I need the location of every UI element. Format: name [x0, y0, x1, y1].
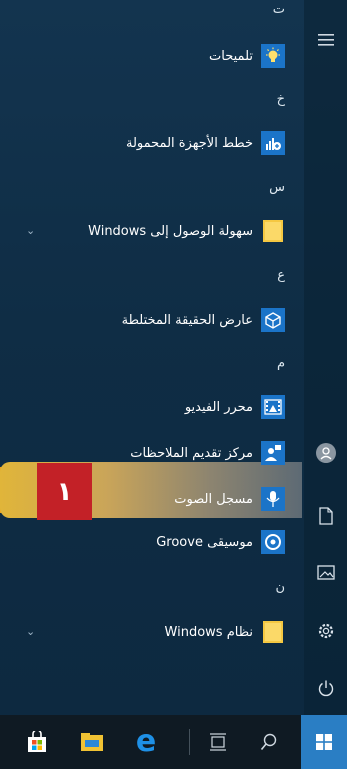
section-letter[interactable]: س	[269, 180, 285, 195]
file-explorer-icon[interactable]	[78, 715, 106, 769]
app-label: خطط الأجهزة المحمولة	[126, 135, 253, 151]
power-icon[interactable]	[304, 668, 347, 708]
start-rail	[304, 0, 347, 715]
chevron-down-icon: ⌄	[26, 224, 36, 237]
app-mixed-reality-viewer[interactable]: عارض الحقيقة المختلطة	[3, 303, 285, 337]
pictures-icon[interactable]	[304, 552, 347, 592]
start-icon[interactable]	[301, 715, 347, 769]
mobile-plans-icon	[261, 131, 285, 155]
store-icon[interactable]	[24, 715, 50, 769]
app-label: مسجل الصوت	[174, 491, 253, 507]
app-label: مركز تقديم الملاحظات	[130, 445, 253, 461]
chevron-down-icon: ⌄	[26, 625, 36, 638]
app-groove-music[interactable]: موسيقى Groove	[3, 525, 285, 559]
settings-icon[interactable]	[304, 611, 347, 651]
app-feedback-hub[interactable]: مركز تقديم الملاحظات	[3, 436, 285, 470]
app-mobile-plans[interactable]: خطط الأجهزة المحمولة	[3, 126, 285, 160]
app-label: موسيقى Groove	[156, 534, 253, 550]
voice-recorder-icon	[261, 487, 285, 511]
cube-icon	[261, 308, 285, 332]
task-view-icon[interactable]	[205, 715, 231, 769]
app-label: سهولة الوصول إلى Windows	[88, 223, 253, 239]
folder-icon	[261, 219, 285, 243]
feedback-hub-icon	[261, 441, 285, 465]
app-ease-of-access-folder[interactable]: ⌄ سهولة الوصول إلى Windows	[3, 214, 285, 248]
start-menu: ١ ت تلميحات خ خطط الأجهزة المحمولة س ⌄ س…	[0, 0, 347, 715]
app-label: عارض الحقيقة المختلطة	[121, 312, 253, 328]
lightbulb-icon	[261, 44, 285, 68]
app-video-editor[interactable]: محرر الفيديو	[3, 390, 285, 424]
app-voice-recorder[interactable]: مسجل الصوت	[3, 482, 285, 516]
section-letter[interactable]: خ	[277, 92, 285, 107]
app-label: نظام Windows	[164, 624, 253, 640]
app-label: محرر الفيديو	[184, 399, 253, 415]
folder-icon	[261, 620, 285, 644]
section-letter[interactable]: ن	[275, 580, 285, 595]
search-icon[interactable]	[256, 715, 282, 769]
documents-icon[interactable]	[304, 496, 347, 536]
section-letter[interactable]: م	[277, 356, 285, 371]
hamburger-icon[interactable]	[304, 20, 347, 60]
user-avatar-icon[interactable]	[304, 433, 347, 473]
edge-icon[interactable]: e	[131, 715, 161, 769]
taskbar-divider	[187, 715, 191, 769]
section-letter[interactable]: ع	[277, 268, 285, 283]
groove-music-icon	[261, 530, 285, 554]
app-windows-system-folder[interactable]: ⌄ نظام Windows	[3, 615, 285, 649]
video-editor-icon	[261, 395, 285, 419]
taskbar: e	[0, 715, 347, 769]
app-tips[interactable]: تلميحات	[3, 39, 285, 73]
section-letter[interactable]: ت	[273, 2, 285, 17]
app-label: تلميحات	[209, 48, 253, 64]
